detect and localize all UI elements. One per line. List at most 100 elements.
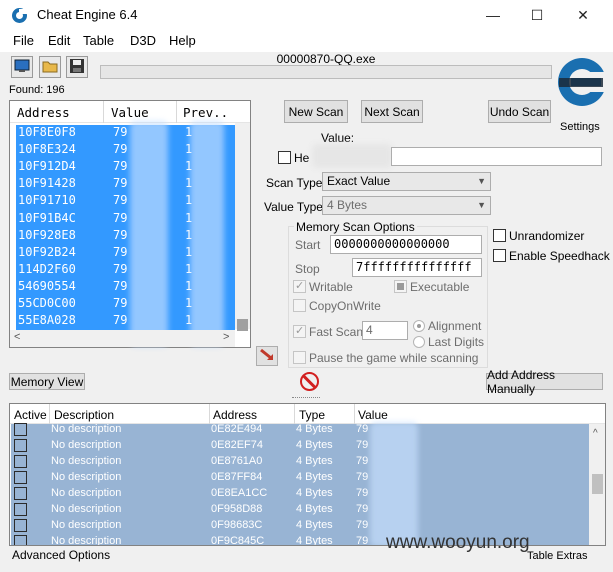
speedhack-checkbox[interactable] <box>493 249 506 262</box>
row-address: 10F91428 <box>18 176 76 191</box>
alignment-radio[interactable] <box>413 320 425 332</box>
row-address: 0F9C845C <box>211 535 265 546</box>
address-list-horizontal-scrollbar[interactable]: < > <box>10 330 235 347</box>
writable-checkbox[interactable]: ✓ <box>293 280 306 293</box>
maximize-button[interactable]: ☐ <box>514 0 560 30</box>
address-list-header: Address Value Prev.. <box>10 101 250 123</box>
table-row[interactable]: No description 0F98683C 4 Bytes 79 <box>11 517 589 533</box>
settings-label[interactable]: Settings <box>560 121 600 133</box>
active-checkbox[interactable] <box>14 423 27 436</box>
memory-scan-options-title: Memory Scan Options <box>294 220 417 234</box>
add-address-manually-button[interactable]: Add Address Manually <box>486 368 603 396</box>
close-button[interactable]: ✕ <box>560 0 606 30</box>
active-checkbox[interactable] <box>14 455 27 468</box>
row-address: 10F8E324 <box>18 142 76 157</box>
table-row[interactable]: No description 0E8EA1CC 4 Bytes 79 <box>11 485 589 501</box>
active-checkbox[interactable] <box>14 503 27 516</box>
executable-checkbox[interactable] <box>394 280 407 293</box>
menu-file[interactable]: File <box>13 33 34 48</box>
hex-checkbox[interactable] <box>278 151 291 164</box>
menu-d3d[interactable]: D3D <box>130 33 156 48</box>
value-type-select[interactable]: 4 Bytes ▼ <box>322 196 491 215</box>
active-checkbox[interactable] <box>14 535 27 545</box>
save-button[interactable] <box>66 56 88 78</box>
table-row[interactable]: No description 0E8761A0 4 Bytes 79 <box>11 453 589 469</box>
column-header-description[interactable]: Description <box>54 408 114 422</box>
row-address: 10F92B24 <box>18 244 76 259</box>
writable-label: Writable <box>309 280 353 294</box>
menu-help[interactable]: Help <box>169 33 196 48</box>
pause-game-checkbox[interactable] <box>293 351 306 364</box>
found-count: Found: 196 <box>9 84 65 96</box>
select-process-button[interactable] <box>11 56 33 78</box>
row-value: 79 <box>356 471 369 483</box>
row-value: 79 <box>113 296 128 310</box>
column-divider[interactable] <box>103 101 104 123</box>
row-value: 79 <box>356 535 369 546</box>
scroll-left-arrow-icon[interactable]: < <box>14 331 20 343</box>
row-address: 0E82EF74 <box>211 439 263 451</box>
minimize-button[interactable]: — <box>470 0 516 30</box>
row-value: 79 <box>113 125 128 139</box>
panel-splitter[interactable] <box>0 395 613 401</box>
fast-scan-alignment-input[interactable]: 4 <box>362 321 408 340</box>
column-header-previous[interactable]: Prev.. <box>183 105 228 120</box>
found-address-list[interactable]: Address Value Prev.. 10F8E0F8 79 1 10F8E324… <box>9 100 251 348</box>
start-address-input[interactable]: 0000000000000000 <box>330 235 482 254</box>
scroll-up-arrow-icon[interactable]: ^ <box>593 428 598 439</box>
active-checkbox[interactable] <box>14 439 27 452</box>
memory-view-button[interactable]: Memory View <box>9 373 85 390</box>
menu-edit[interactable]: Edit <box>48 33 70 48</box>
scan-progress-bar <box>100 65 552 79</box>
table-extras-link[interactable]: Table Extras <box>527 550 588 562</box>
stop-address-input[interactable]: 7fffffffffffffff <box>352 258 482 277</box>
cheat-table-rows[interactable]: No description 0E82E494 4 Bytes 79 No descri… <box>11 421 589 546</box>
add-selected-to-list-button[interactable] <box>256 346 278 366</box>
column-header-active[interactable]: Active <box>14 408 47 422</box>
row-value: 79 <box>113 313 128 328</box>
column-header-value[interactable]: Value <box>358 408 388 422</box>
scan-type-select[interactable]: Exact Value ▼ <box>322 172 491 191</box>
row-address: 10F91710 <box>18 193 76 208</box>
address-list-vertical-scrollbar[interactable] <box>235 123 250 331</box>
open-file-button[interactable] <box>39 56 61 78</box>
unrandomizer-checkbox[interactable] <box>493 229 506 242</box>
redaction-blur <box>370 422 418 545</box>
chevron-down-icon: ▼ <box>477 200 486 210</box>
copy-on-write-checkbox[interactable] <box>293 299 306 312</box>
column-header-address[interactable]: Address <box>17 105 70 120</box>
row-type: 4 Bytes <box>296 487 333 499</box>
row-address: 114D2F60 <box>18 261 76 276</box>
column-header-type[interactable]: Type <box>299 408 325 422</box>
floppy-disk-icon <box>69 58 85 77</box>
column-header-value[interactable]: Value <box>111 105 149 120</box>
active-checkbox[interactable] <box>14 487 27 500</box>
undo-scan-button[interactable]: Undo Scan <box>488 100 551 123</box>
menu-table[interactable]: Table <box>83 33 114 48</box>
row-value: 79 <box>356 503 369 515</box>
last-digits-radio[interactable] <box>413 336 425 348</box>
table-row[interactable]: No description 0F958D88 4 Bytes 79 <box>11 501 589 517</box>
column-header-address[interactable]: Address <box>213 408 257 422</box>
active-checkbox[interactable] <box>14 519 27 532</box>
column-divider[interactable] <box>176 101 177 123</box>
fast-scan-checkbox[interactable]: ✓ <box>293 325 306 338</box>
new-scan-button[interactable]: New Scan <box>284 100 348 123</box>
row-type: 4 Bytes <box>296 423 333 435</box>
unrandomizer-label: Unrandomizer <box>509 229 585 243</box>
next-scan-button[interactable]: Next Scan <box>361 100 423 123</box>
row-value: 79 <box>356 455 369 467</box>
scan-value-input[interactable] <box>391 147 602 166</box>
cheat-engine-logo[interactable] <box>553 52 607 116</box>
scroll-thumb[interactable] <box>237 319 248 331</box>
scroll-right-arrow-icon[interactable]: > <box>223 331 229 343</box>
scroll-thumb[interactable] <box>592 474 603 494</box>
stop-scan-icon[interactable] <box>300 372 319 391</box>
advanced-options-link[interactable]: Advanced Options <box>12 548 110 562</box>
active-checkbox[interactable] <box>14 471 27 484</box>
table-row[interactable]: No description 0E82E494 4 Bytes 79 <box>11 421 589 437</box>
cheat-table[interactable]: Active Description Address Type Value No… <box>9 403 606 546</box>
cheat-table-vertical-scrollbar[interactable]: ^ <box>589 424 605 545</box>
table-row[interactable]: No description 0E82EF74 4 Bytes 79 <box>11 437 589 453</box>
table-row[interactable]: No description 0E87FF84 4 Bytes 79 <box>11 469 589 485</box>
